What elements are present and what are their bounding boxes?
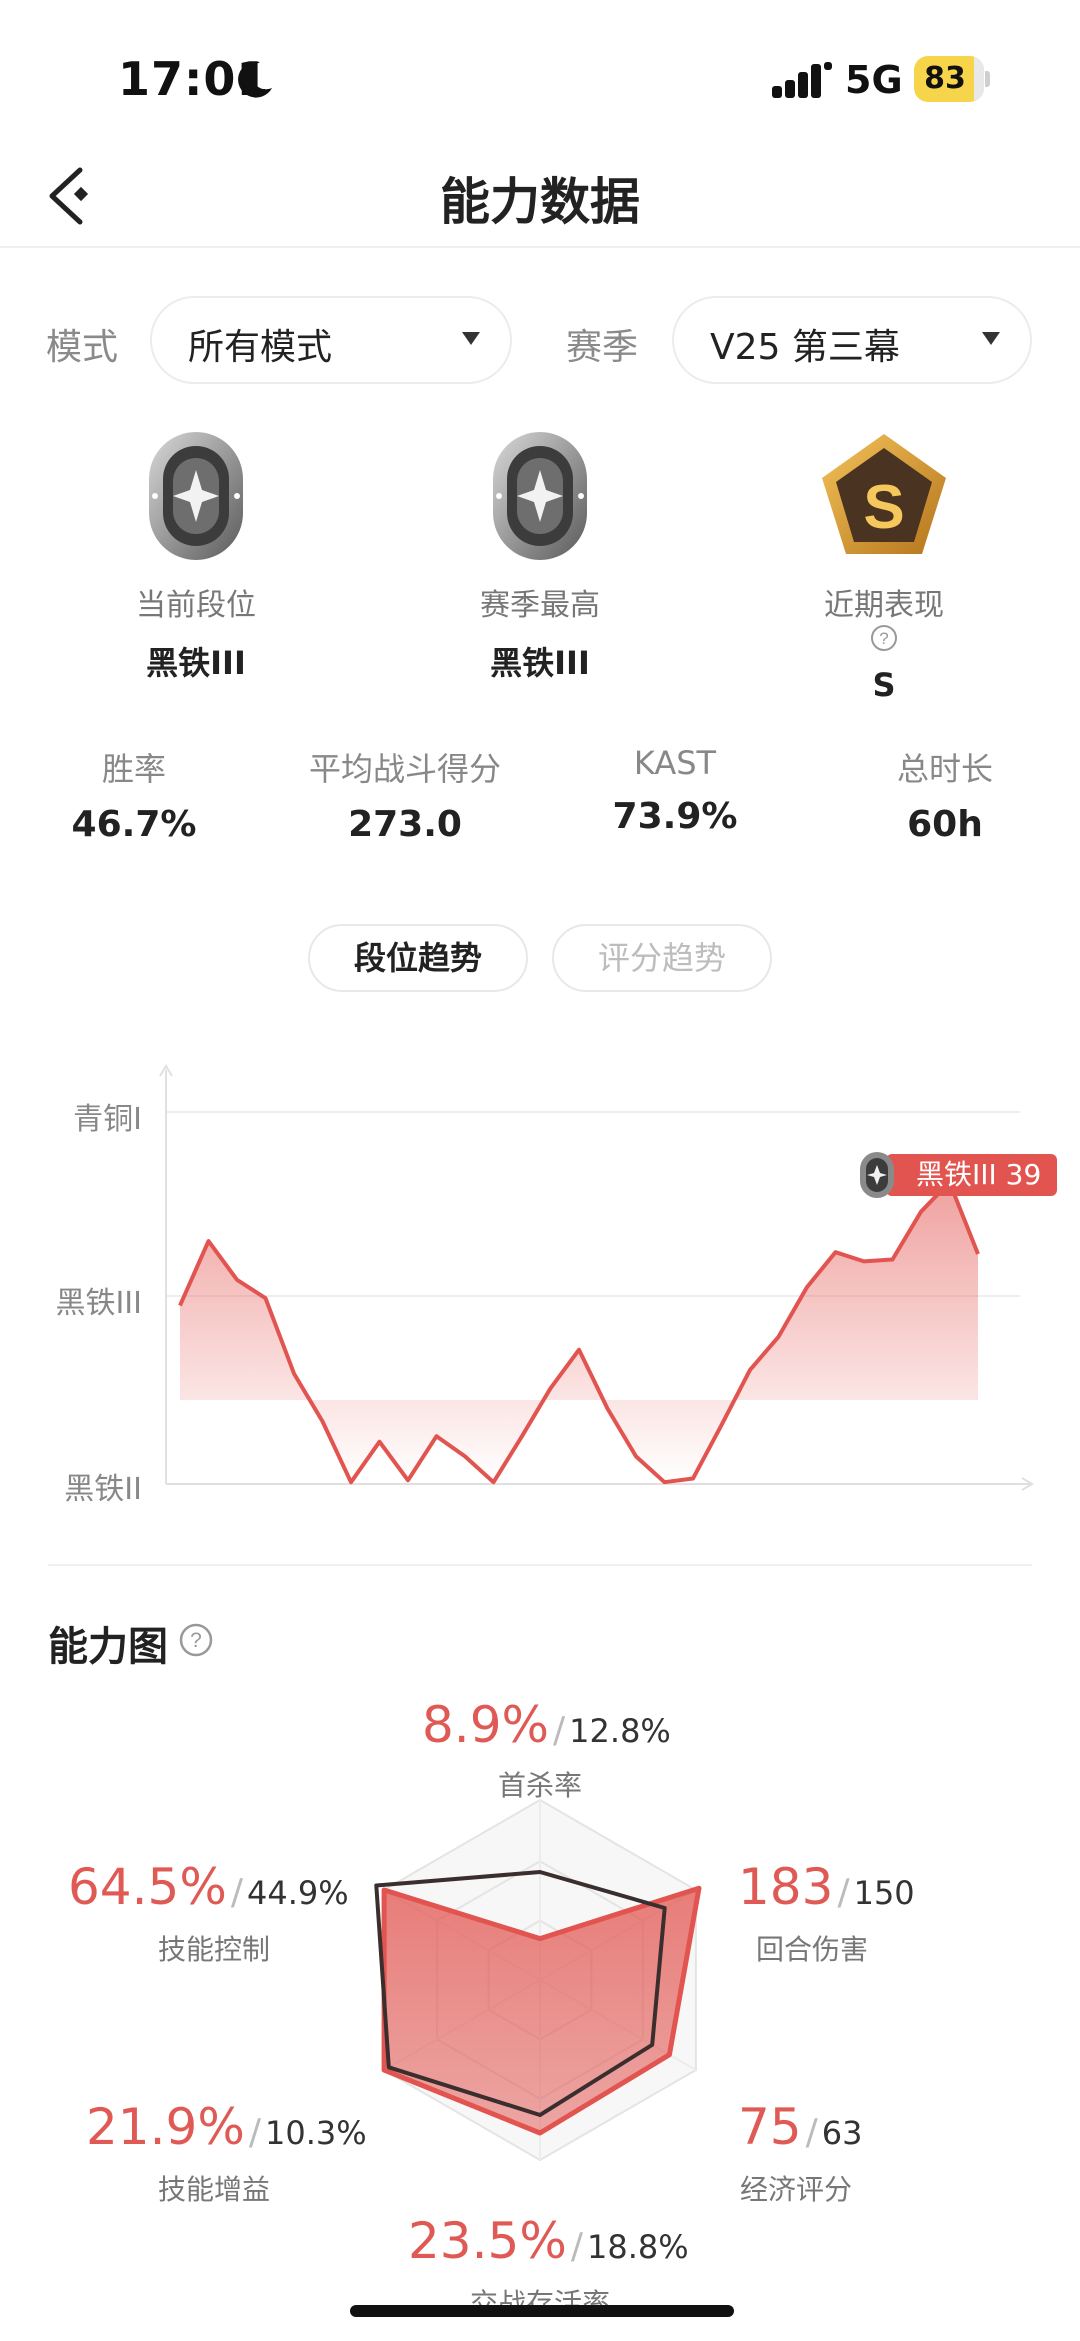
help-icon[interactable]: ? (178, 1622, 214, 1658)
status-bar: 17:01 5G 83 (0, 0, 1080, 140)
svg-text:?: ? (190, 1629, 202, 1652)
rank-value: 黑铁III (490, 644, 590, 682)
rank-label: 近期表现 (824, 588, 944, 623)
home-indicator (350, 2305, 734, 2317)
rank-value: 黑铁III (146, 644, 246, 682)
metric-economy: 75/63 (738, 2098, 863, 2156)
signal-icon (772, 62, 832, 98)
metric-round-damage: 183/150 (738, 1858, 915, 1916)
moon-icon (238, 61, 272, 98)
trend-area (180, 1182, 978, 1483)
metric-label: 首杀率 (497, 1769, 582, 1802)
mode-select[interactable]: 所有模式 (150, 296, 512, 384)
metric-label: 回合伤害 (755, 1933, 868, 1966)
help-icon[interactable]: ? (870, 624, 898, 652)
metric-label: 经济评分 (739, 2173, 852, 2206)
caret-down-icon (982, 332, 1000, 345)
battery-indicator: 83 (914, 56, 990, 102)
season-peak-rank: 赛季最高 黑铁III (420, 428, 660, 684)
current-rank: 当前段位 黑铁III (76, 428, 316, 684)
metric-skill-buff: 21.9%/10.3% (86, 2098, 367, 2156)
metric-label: 技能增益 (157, 2173, 270, 2206)
header: 能力数据 (0, 140, 1080, 248)
season-value: V25 第三幕 (710, 327, 900, 368)
metric-label: 技能控制 (157, 1933, 270, 1966)
season-select[interactable]: V25 第三幕 (672, 296, 1032, 384)
section-divider (48, 1564, 1032, 1566)
network-type: 5G (845, 58, 903, 102)
rank-value: S (872, 666, 896, 704)
rank-label: 当前段位 (136, 588, 256, 623)
iron-rank-icon (149, 432, 243, 560)
season-label: 赛季 (566, 327, 639, 368)
metric-skill-control: 64.5%/44.9% (68, 1858, 349, 1916)
caret-down-icon (462, 332, 480, 345)
ability-title: 能力图 (48, 1624, 168, 1670)
performance-badge-icon: S (822, 434, 946, 554)
svg-text:S: S (863, 473, 904, 542)
stat-avg-combat-score: 平均战斗得分 273.0 (308, 750, 501, 845)
page-title: 能力数据 (440, 173, 640, 231)
recent-performance: S 近期表现 ? S (764, 428, 1004, 704)
mode-value: 所有模式 (188, 327, 333, 368)
tab-score-trend[interactable]: 评分趋势 (552, 924, 772, 992)
tab-rank-trend[interactable]: 段位趋势 (308, 924, 528, 992)
stat-kast: KAST 73.9% (612, 744, 738, 837)
rank-trend-chart (159, 1064, 1034, 1491)
iron-rank-icon (860, 1152, 894, 1198)
last-point-label: 黑铁III 39 (886, 1154, 1058, 1196)
rank-label: 赛季最高 (480, 588, 600, 623)
ability-radar-chart (374, 1798, 702, 2162)
metric-survival: 23.5%/18.8% (408, 2212, 689, 2270)
stat-winrate: 胜率 46.7% (71, 750, 197, 845)
svg-text:?: ? (879, 629, 888, 648)
stat-total-time: 总时长 60h (896, 750, 993, 845)
metric-first-kill: 8.9%/12.8% (422, 1696, 671, 1754)
battery-level: 83 (924, 61, 966, 96)
iron-rank-icon (493, 432, 587, 560)
mode-label: 模式 (46, 327, 119, 368)
